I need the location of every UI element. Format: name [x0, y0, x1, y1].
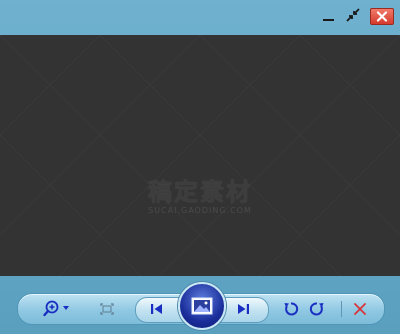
zoom-button[interactable]: [42, 299, 72, 319]
background-pattern: [0, 35, 400, 276]
photo-viewer-window: 稿定素材 SUCAI.GAODING.COM: [0, 0, 400, 334]
previous-icon: [151, 304, 162, 314]
delete-icon: [354, 303, 366, 315]
zoom-in-icon: [43, 300, 69, 317]
rotate-counterclockwise-button[interactable]: [280, 299, 302, 319]
watermark-title: 稿定素材: [148, 178, 252, 206]
slideshow-button[interactable]: [178, 282, 226, 330]
previous-button[interactable]: [146, 299, 168, 319]
close-button[interactable]: [370, 8, 394, 25]
toolbar-separator: [341, 301, 342, 317]
image-canvas: 稿定素材 SUCAI.GAODING.COM: [0, 35, 400, 276]
rotate-counterclockwise-icon: [284, 302, 299, 316]
toolbar: [17, 282, 385, 330]
toolbar-area: [0, 276, 400, 334]
watermark: 稿定素材 SUCAI.GAODING.COM: [0, 178, 400, 216]
close-icon: [376, 11, 388, 22]
next-icon: [238, 304, 249, 314]
delete-button[interactable]: [349, 299, 371, 319]
fit-to-window-icon: [100, 303, 114, 315]
title-bar: [0, 0, 400, 34]
restore-icon: [346, 8, 360, 22]
next-button[interactable]: [232, 299, 254, 319]
rotate-clockwise-button[interactable]: [306, 299, 328, 319]
minimize-icon: [322, 18, 334, 21]
minimize-button[interactable]: [319, 7, 337, 23]
rotate-clockwise-icon: [309, 302, 324, 316]
slideshow-icon: [191, 297, 213, 315]
fit-to-window-button[interactable]: [96, 299, 118, 319]
watermark-subtitle: SUCAI.GAODING.COM: [148, 206, 252, 215]
restore-button[interactable]: [345, 7, 361, 23]
